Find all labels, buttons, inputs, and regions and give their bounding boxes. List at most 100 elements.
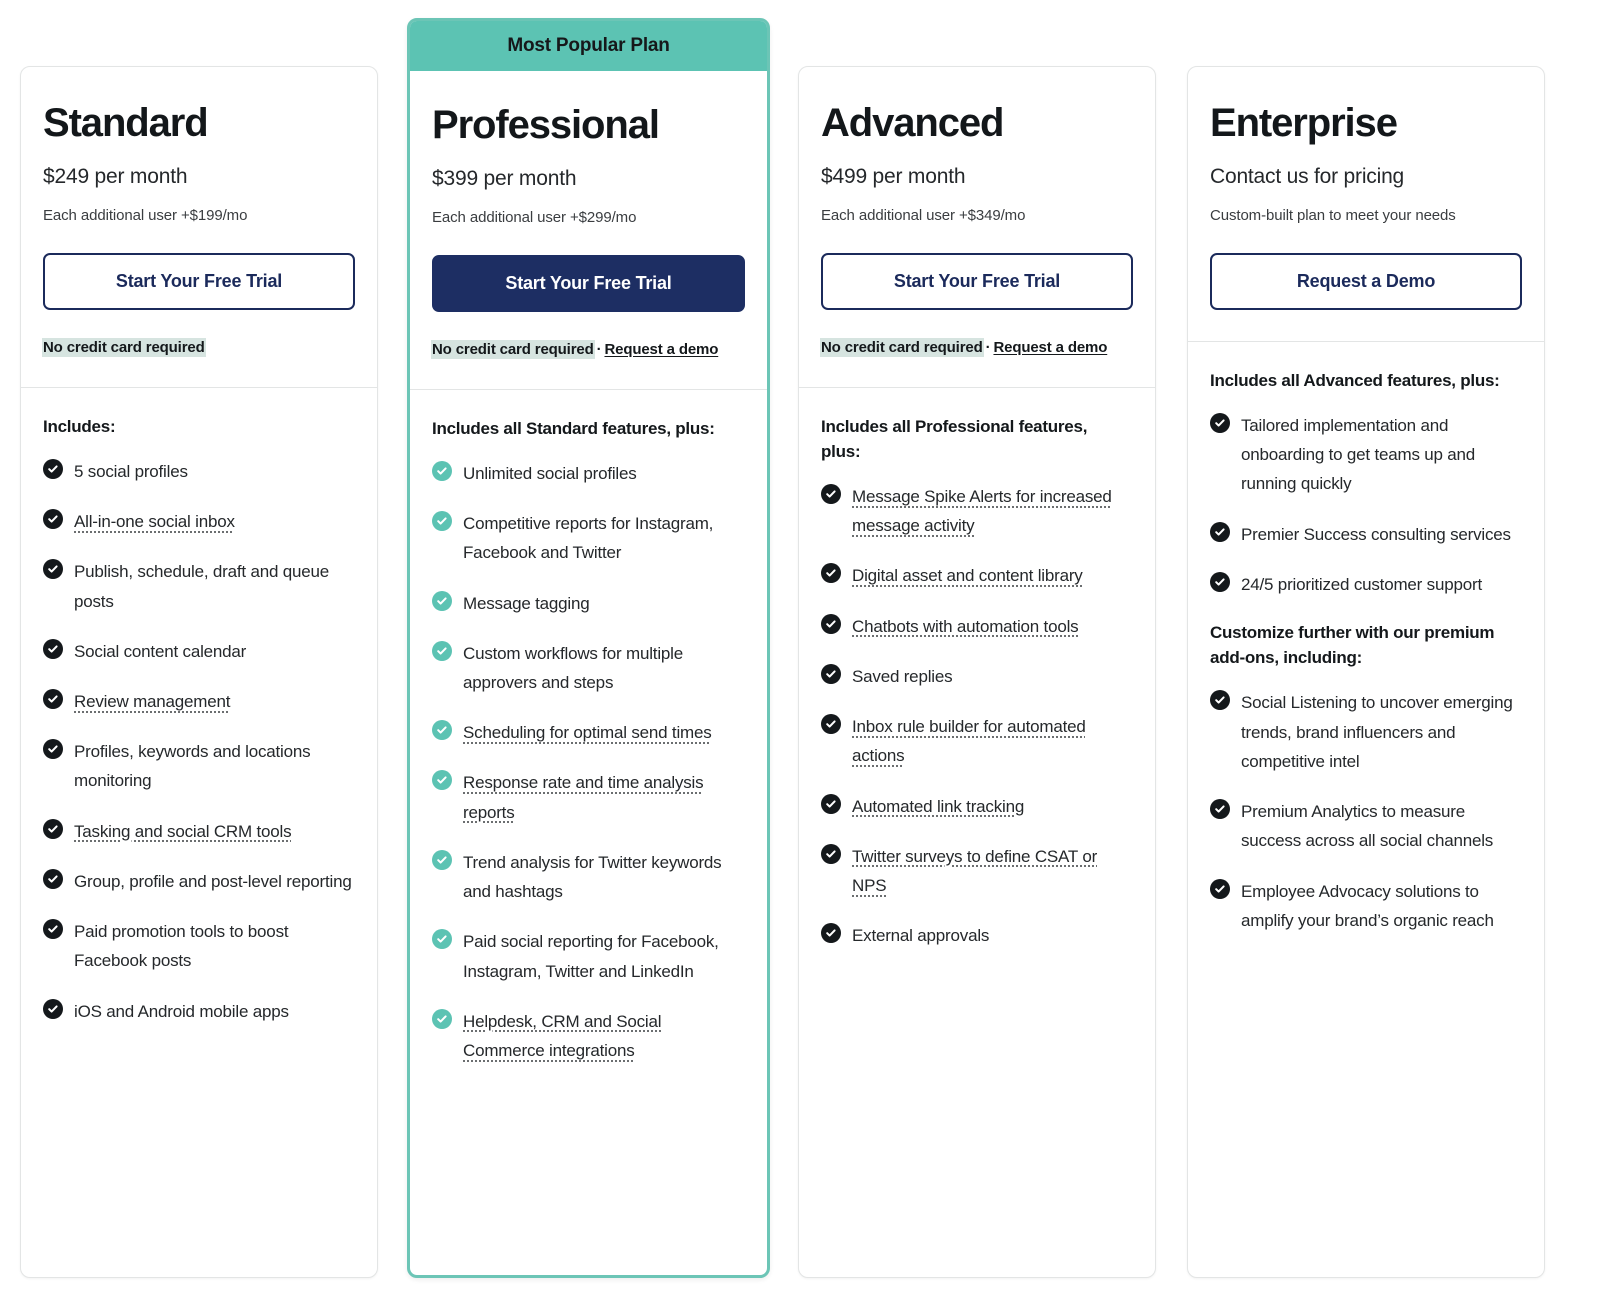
feature-label: 24/5 prioritized customer support [1241,574,1482,594]
feature-label-with-tooltip[interactable]: Scheduling for optimal send times [463,718,712,747]
feature-label: Premium Analytics to measure success acr… [1241,802,1494,851]
plan-additional-user-note: Each additional user +$349/mo [821,207,1026,225]
features-list: Message Spike Alerts for increased messa… [821,482,1133,951]
features-list: 5 social profiles All-in-one social inbox… [43,457,355,1026]
note-separator: · [985,338,991,356]
feature-label: External approvals [852,926,990,946]
feature-item: Unlimited social profiles [432,459,745,488]
check-circle-icon [1210,571,1230,592]
feature-label-with-tooltip[interactable]: All-in-one social inbox [74,507,235,536]
feature-label-with-tooltip[interactable]: Response rate and time analysis reports [463,768,745,826]
check-circle-icon [1210,412,1230,433]
feature-label: Message tagging [463,593,590,613]
request-demo-link[interactable]: Request a demo [993,339,1107,356]
check-circle-icon [1210,521,1230,542]
plan-additional-user-note: Each additional user +$299/mo [432,209,637,227]
features-heading: Includes all Advanced features, plus: [1210,370,1500,390]
addons-list: Social Listening to uncover emerging tre… [1210,688,1522,935]
plan-card-standard: Standard $249 per month Each additional us… [20,66,378,1278]
feature-item: Digital asset and content library [821,561,1133,590]
feature-item: Tailored implementation and onboarding t… [1210,411,1522,499]
plan-header: Professional $399 per month Each additiona… [410,71,767,358]
plan-price: $499 per month [821,165,966,188]
feature-item: External approvals [821,921,1133,950]
start-free-trial-button[interactable]: Start Your Free Trial [43,252,355,310]
check-circle-icon [43,638,63,659]
feature-item: Chatbots with automation tools [821,612,1133,641]
check-circle-icon [43,818,63,839]
feature-label: Premier Success consulting services [1241,524,1511,544]
features-section: Includes all Advanced features, plus: Tai… [1188,342,1544,935]
check-circle-icon [432,460,452,481]
feature-label: Profiles, keywords and locations monitor… [74,742,311,791]
feature-label-with-tooltip[interactable]: Chatbots with automation tools [852,612,1079,641]
feature-label: 5 social profiles [74,461,188,481]
check-circle-icon [432,1008,452,1029]
feature-item: Message Spike Alerts for increased messa… [821,482,1133,540]
start-free-trial-button[interactable]: Start Your Free Trial [821,252,1133,310]
feature-item: Custom workflows for multiple approvers … [432,639,745,697]
feature-item: Paid social reporting for Facebook, Inst… [432,927,745,985]
feature-item: Group, profile and post-level reporting [43,867,355,896]
trial-note: No credit card required · Request a demo [821,338,1133,356]
most-popular-banner: Most Popular Plan [410,21,767,71]
feature-label-with-tooltip[interactable]: Tasking and social CRM tools [74,817,292,846]
no-credit-card-required-label: No credit card required [432,340,594,358]
check-circle-icon [821,923,841,944]
features-section: Includes: 5 social profiles All-in-one soc… [21,388,377,1026]
feature-item: Tasking and social CRM tools [43,817,355,846]
feature-item: Premier Success consulting services [1210,520,1522,549]
feature-item: Automated link tracking [821,792,1133,821]
plan-price: Contact us for pricing [1210,165,1405,188]
features-list: Unlimited social profiles Competitive rep… [432,459,745,1066]
plan-additional-user-note: Each additional user +$199/mo [43,207,248,225]
plan-header: Advanced $499 per month Each additional us… [799,67,1155,356]
request-demo-button[interactable]: Request a Demo [1210,252,1522,310]
check-circle-icon [821,663,841,684]
check-circle-icon [432,849,452,870]
feature-label: Social content calendar [74,641,247,661]
check-circle-icon [432,720,452,741]
check-circle-icon [43,919,63,940]
feature-label-with-tooltip[interactable]: Review management [74,687,230,716]
feature-label: Competitive reports for Instagram, Faceb… [463,514,714,563]
feature-label: Group, profile and post-level reporting [74,871,352,891]
feature-label: Social Listening to uncover emerging tre… [1241,693,1513,771]
check-circle-icon [821,613,841,634]
feature-item: Helpdesk, CRM and Social Commerce integr… [432,1007,745,1065]
features-heading: Includes all Professional features, plus… [821,416,1088,461]
check-circle-icon [821,843,841,864]
feature-label: Saved replies [852,666,953,686]
feature-item: Paid promotion tools to boost Facebook p… [43,917,355,975]
start-free-trial-button[interactable]: Start Your Free Trial [432,254,745,312]
plan-card-enterprise: Enterprise Contact us for pricing Custom-b… [1187,66,1545,1278]
check-circle-icon [432,929,452,950]
plan-title: Standard [43,101,209,145]
feature-item: Competitive reports for Instagram, Faceb… [432,509,745,567]
trial-note: No credit card required · Request a demo [432,340,745,358]
feature-label-with-tooltip[interactable]: Twitter surveys to define CSAT or NPS [852,842,1133,900]
feature-item: 24/5 prioritized customer support [1210,570,1522,599]
feature-label-with-tooltip[interactable]: Message Spike Alerts for increased messa… [852,482,1133,540]
feature-item: Twitter surveys to define CSAT or NPS [821,842,1133,900]
check-circle-icon [432,511,452,532]
plan-header: Standard $249 per month Each additional us… [21,67,377,356]
feature-item: Publish, schedule, draft and queue posts [43,557,355,615]
check-circle-icon [432,770,452,791]
check-circle-icon [1210,799,1230,820]
plan-card-advanced: Advanced $499 per month Each additional us… [798,66,1156,1278]
feature-label-with-tooltip[interactable]: Inbox rule builder for automated actions [852,712,1133,770]
feature-label-with-tooltip[interactable]: Automated link tracking [852,792,1024,821]
request-demo-link[interactable]: Request a demo [604,341,718,358]
feature-item: Saved replies [821,662,1133,691]
feature-label: Publish, schedule, draft and queue posts [74,562,329,611]
feature-label-with-tooltip[interactable]: Digital asset and content library [852,561,1083,590]
no-credit-card-required-label: No credit card required [43,338,205,356]
check-circle-icon [432,640,452,661]
check-circle-icon [43,509,63,530]
plan-title: Enterprise [1210,101,1398,145]
features-section: Includes all Professional features, plus… [799,388,1155,951]
feature-item: Social Listening to uncover emerging tre… [1210,688,1522,776]
plan-card-professional: Most Popular Plan Professional $399 per mo… [407,18,770,1278]
feature-label-with-tooltip[interactable]: Helpdesk, CRM and Social Commerce integr… [463,1007,745,1065]
